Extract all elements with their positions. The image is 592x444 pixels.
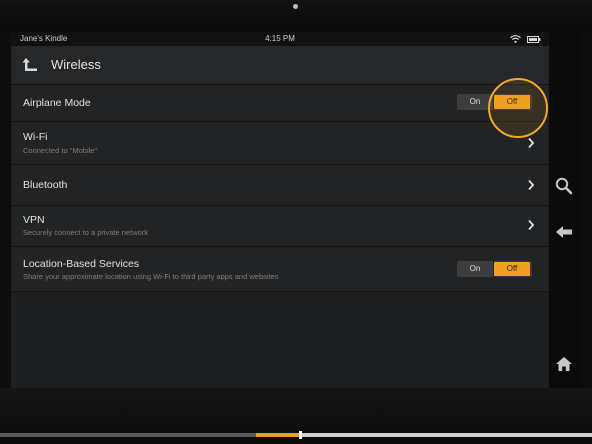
page-title: Wireless	[51, 57, 101, 72]
location-services-label: Location-Based Services	[23, 258, 140, 270]
chevron-right-icon	[528, 137, 535, 149]
battery-icon	[527, 35, 541, 43]
airplane-mode-label: Airplane Mode	[23, 97, 91, 109]
title-bar: Wireless	[11, 46, 549, 85]
vpn-description: Securely connect to a private network	[23, 228, 149, 237]
status-bar: Jane's Kindle 4:15 PM	[11, 32, 549, 46]
chevron-right-icon	[528, 219, 535, 231]
airplane-mode-row: Airplane Mode On Off	[11, 85, 549, 122]
location-services-off-option[interactable]: Off	[494, 262, 530, 276]
video-progress-thumb[interactable]	[299, 431, 302, 439]
video-progress-buffer	[300, 433, 592, 437]
wifi-label: Wi-Fi	[23, 131, 48, 143]
location-services-row: Location-Based Services Share your appro…	[11, 247, 549, 292]
back-up-arrow-icon[interactable]	[21, 56, 41, 74]
bluetooth-label: Bluetooth	[23, 179, 68, 191]
clock: 4:15 PM	[265, 34, 295, 43]
highlight-circle	[488, 78, 548, 138]
camera-dot	[293, 4, 298, 9]
side-navigation-bar	[549, 32, 579, 388]
device-top-bezel	[0, 0, 592, 32]
chevron-right-icon	[528, 179, 535, 191]
video-progress-fill	[256, 433, 302, 437]
search-icon[interactable]	[554, 176, 574, 196]
bluetooth-row[interactable]: Bluetooth	[11, 165, 549, 206]
empty-content-area	[11, 292, 549, 388]
vpn-row[interactable]: VPN Securely connect to a private networ…	[11, 206, 549, 247]
location-services-description: Share your approximate location using Wi…	[23, 272, 279, 281]
wifi-row[interactable]: Wi-Fi Connected to "Mobile"	[11, 122, 549, 165]
wifi-icon	[510, 35, 521, 43]
location-services-on-option[interactable]: On	[457, 261, 494, 277]
location-services-toggle[interactable]: On Off	[457, 261, 532, 277]
status-icons	[510, 32, 541, 46]
vpn-label: VPN	[23, 214, 45, 226]
home-icon[interactable]	[554, 354, 574, 374]
back-arrow-icon[interactable]	[554, 222, 574, 242]
kindle-screen: Jane's Kindle 4:15 PM Wireless Airplane …	[11, 32, 549, 388]
wifi-status: Connected to "Mobile"	[23, 146, 98, 155]
